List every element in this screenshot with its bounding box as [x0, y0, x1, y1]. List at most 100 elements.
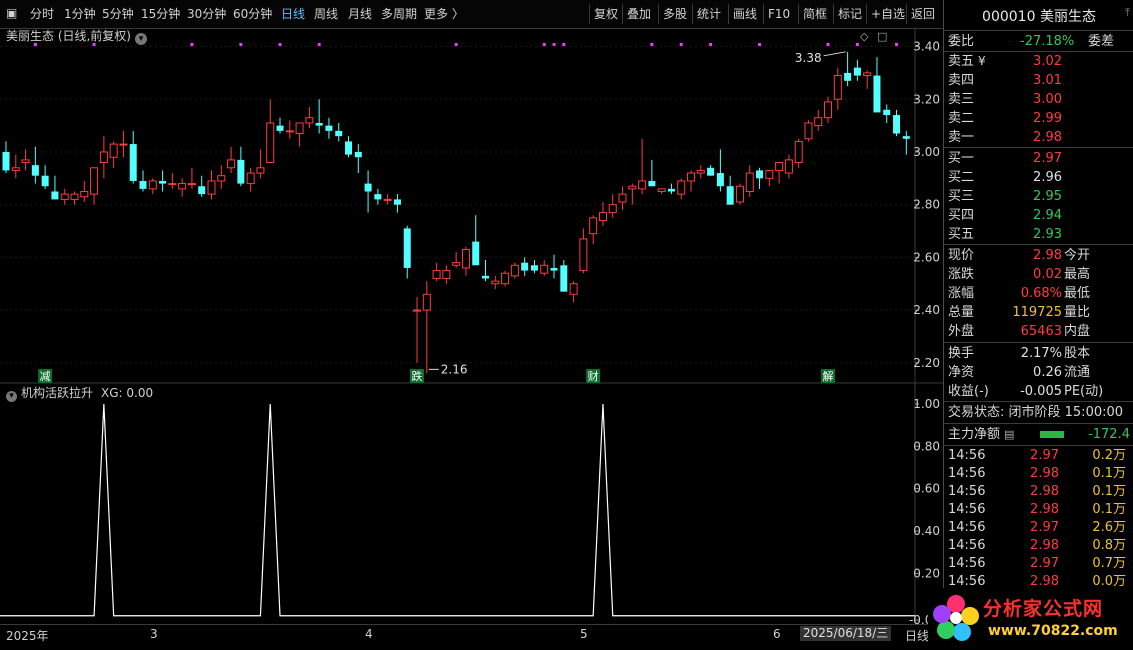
candle — [246, 167, 255, 192]
signal-marker — [562, 43, 566, 46]
indicator-chart[interactable]: 1.000.800.600.400.20-0.02 — [0, 384, 943, 624]
tool-button-1[interactable]: 叠加 — [627, 6, 651, 22]
period-tab-4[interactable]: 30分钟 — [187, 6, 226, 22]
event-tag-label: 财 — [588, 369, 599, 383]
tool-button-7[interactable]: 标记 — [838, 6, 862, 22]
candle — [598, 202, 607, 226]
tick-volume: 0.1万 — [1092, 466, 1126, 481]
candle — [853, 59, 861, 81]
candle — [482, 260, 490, 282]
period-tab-7[interactable]: 周线 — [314, 6, 338, 22]
candle — [198, 175, 206, 197]
event-tag-label: 跌 — [412, 369, 423, 383]
tick-price: 2.98 — [1030, 502, 1059, 517]
trade-status-text: 交易状态: 闭市阶段 15:00:00 — [948, 405, 1124, 420]
candle — [315, 99, 323, 134]
period-tab-3[interactable]: 15分钟 — [141, 6, 180, 22]
ask-row-price: 3.01 — [1033, 73, 1062, 88]
candle — [794, 138, 803, 168]
period-tab-8[interactable]: 月线 — [348, 6, 372, 22]
bid-row-label: 买二 — [948, 170, 975, 185]
tool-button-9[interactable]: 返回 — [911, 6, 935, 22]
bid-row: 买二 2.96 — [944, 168, 1133, 187]
date-label: 5 — [580, 627, 588, 641]
period-tab-6[interactable]: 日线 — [281, 6, 305, 22]
candle — [589, 215, 598, 245]
period-tab-2[interactable]: 5分钟 — [102, 6, 134, 22]
tool-button-3[interactable]: 统计 — [697, 6, 721, 22]
kline-chart[interactable]: 3.40 3.20 3.00 2.80 2.60 2.40 2.20 3.38 2.16 减 跌 财 解… — [0, 28, 943, 384]
bid-row-price: 2.93 — [1033, 227, 1062, 242]
y-tick-label: 3.00 — [913, 145, 940, 159]
signal-marker — [542, 43, 546, 46]
bid-row-label: 买五 — [948, 227, 975, 242]
signal-marker — [190, 43, 194, 46]
tick-volume: 0.1万 — [1092, 484, 1126, 499]
signal-marker — [92, 43, 96, 46]
weicha-label: 委差 — [1088, 34, 1115, 49]
date-label: 4 — [365, 627, 373, 641]
stat-row: 涨幅 0.68% 最低 — [944, 284, 1133, 303]
event-tag-label: 解 — [823, 369, 834, 383]
tick-row: 14:56 2.97 0.7万 — [944, 555, 1133, 573]
candle — [148, 178, 157, 195]
period-tab-1[interactable]: 1分钟 — [64, 6, 96, 22]
period-tab-0[interactable]: 分时 — [30, 6, 54, 22]
tool-button-2[interactable]: 多股 — [663, 6, 687, 22]
stat-row-value: 0.02 — [1033, 267, 1062, 282]
signal-marker — [758, 43, 762, 46]
tick-time: 14:56 — [948, 484, 986, 499]
tool-button-5[interactable]: F10 — [768, 6, 790, 22]
candle — [129, 130, 137, 184]
event-tag-label: 减 — [40, 370, 51, 383]
candle — [11, 154, 20, 179]
ask-row-label: 卖五 — [948, 54, 975, 69]
trade-status: 交易状态: 闭市阶段 15:00:00 — [944, 403, 1133, 422]
pin-icon[interactable]: ⤒ — [1125, 6, 1130, 20]
tool-button-4[interactable]: 画线 — [733, 6, 757, 22]
candle — [628, 183, 637, 205]
candle — [677, 178, 686, 200]
candle — [461, 246, 470, 276]
candle — [824, 96, 833, 123]
ask-row-label: 卖四 — [948, 73, 975, 88]
site-logo: 分析家公式网 www.70822.com — [928, 588, 1133, 649]
candle — [266, 99, 275, 164]
ask-row-price: 2.99 — [1033, 111, 1062, 126]
list-icon[interactable]: ▤ — [1004, 425, 1014, 444]
candle — [726, 175, 734, 205]
y-tick-label: 2.20 — [913, 356, 940, 370]
signal-marker — [650, 43, 654, 46]
main-flow-label: 主力净额 — [948, 427, 1001, 442]
tool-button-8[interactable]: +自选 — [871, 6, 905, 22]
period-tab-5[interactable]: 60分钟 — [233, 6, 272, 22]
candle — [765, 169, 774, 187]
square-icon[interactable]: □ — [877, 30, 887, 43]
period-tab-10[interactable]: 更多 〉 — [424, 6, 464, 22]
candle — [383, 194, 392, 205]
candle — [902, 130, 910, 155]
period-tab-9[interactable]: 多周期 — [381, 6, 417, 22]
candle — [295, 122, 304, 147]
stat2-row-label: 净资 — [948, 365, 975, 380]
candle — [648, 159, 656, 187]
stat-row-label: 现价 — [948, 248, 975, 263]
ask-row-label: 卖二 — [948, 111, 975, 126]
diamond-icon[interactable]: ◇ — [860, 30, 869, 43]
stat-row-label: 总量 — [948, 305, 975, 320]
candle — [178, 178, 187, 197]
tool-button-6[interactable]: 简框 — [803, 6, 827, 22]
tick-time: 14:56 — [948, 502, 986, 517]
stat-row-label2: 最高 — [1064, 267, 1091, 282]
candle — [207, 170, 216, 200]
candle — [716, 149, 724, 192]
tool-button-0[interactable]: 复权 — [594, 6, 618, 22]
tick-row: 14:56 2.98 0.1万 — [944, 501, 1133, 519]
ask-row-label: 卖三 — [948, 92, 975, 107]
tick-price: 2.97 — [1030, 556, 1059, 571]
layout-icon[interactable]: ▣ — [6, 5, 17, 21]
tick-price: 2.98 — [1030, 538, 1059, 553]
logo-title: 分析家公式网 — [983, 598, 1104, 620]
signal-marker — [33, 43, 37, 46]
candle — [863, 70, 872, 89]
